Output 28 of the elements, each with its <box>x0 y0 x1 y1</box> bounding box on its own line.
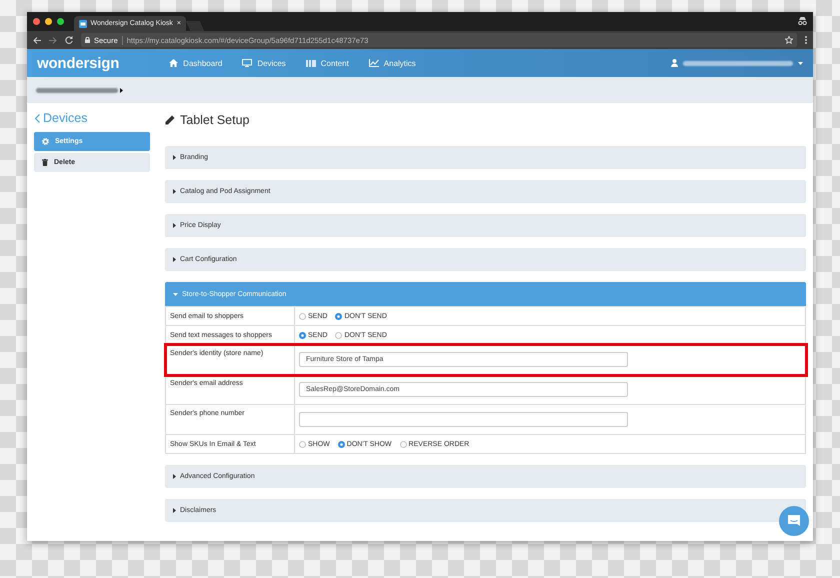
caret-right-icon <box>173 189 176 194</box>
back-arrow-icon[interactable] <box>33 36 41 44</box>
caret-icon <box>120 88 123 92</box>
favicon-icon <box>79 20 87 28</box>
incognito-icon <box>798 17 807 25</box>
trash-icon <box>42 159 48 166</box>
star-icon[interactable] <box>785 36 793 44</box>
pencil-icon <box>165 115 175 125</box>
lock-icon <box>85 37 90 43</box>
home-icon <box>169 59 178 67</box>
monitor-icon <box>242 59 252 67</box>
caret-right-icon <box>173 474 176 479</box>
reload-icon[interactable] <box>65 36 73 44</box>
caret-right-icon <box>173 223 176 228</box>
line-chart-icon <box>368 59 379 67</box>
page-title: Tablet Setup <box>180 113 250 127</box>
columns-icon <box>306 60 316 66</box>
chevron-left-icon <box>35 114 40 122</box>
settings-icon <box>42 138 49 145</box>
caret-down-icon <box>173 292 178 296</box>
caret-icon <box>798 62 803 64</box>
text-input[interactable] <box>299 412 628 427</box>
forward-arrow-icon[interactable] <box>49 36 57 44</box>
caret-right-icon <box>173 508 176 513</box>
user-icon <box>671 59 678 67</box>
caret-right-icon <box>173 155 176 160</box>
caret-right-icon <box>173 257 176 262</box>
chat-button[interactable] <box>779 506 809 536</box>
